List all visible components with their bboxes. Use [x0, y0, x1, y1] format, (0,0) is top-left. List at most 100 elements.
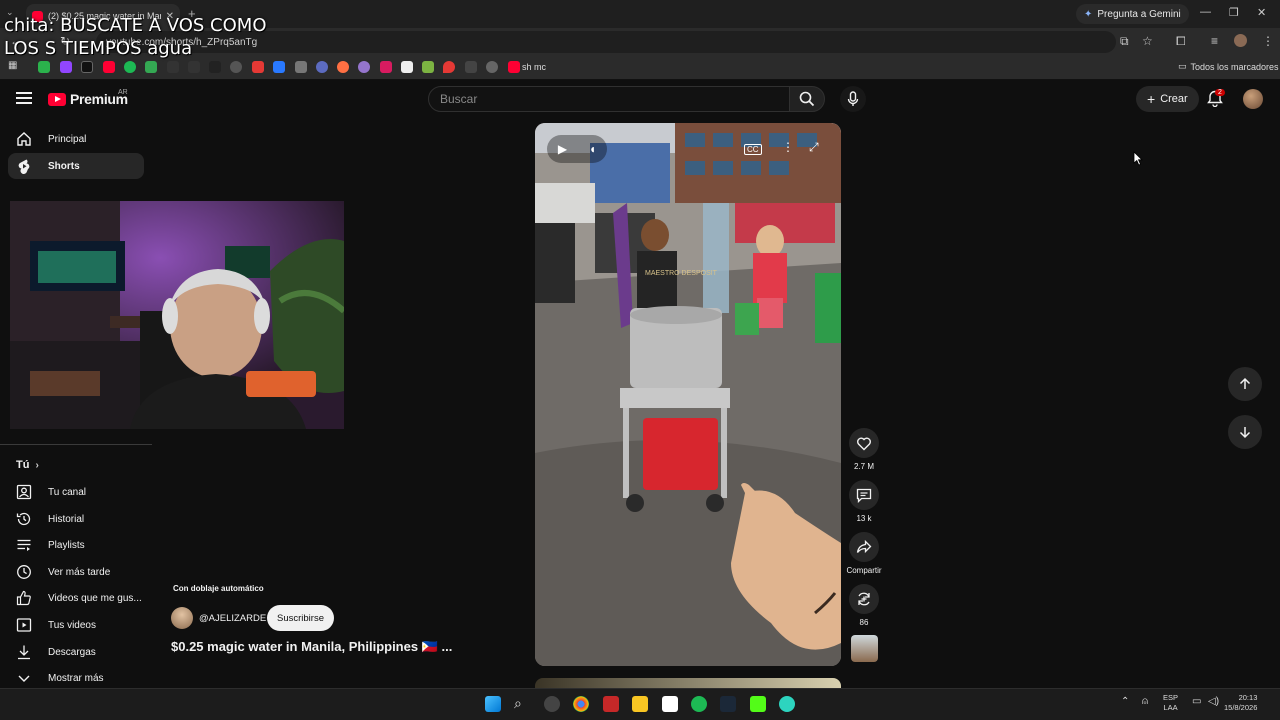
extensions-icon[interactable]: ⧠	[1176, 34, 1186, 49]
hamburger-menu-icon[interactable]	[16, 92, 32, 104]
sidebar-item-descargas[interactable]: Descargas	[8, 639, 144, 665]
sidebar-item-liked-videos[interactable]: Videos que me gus...	[8, 585, 144, 611]
bookmark-dark-icon[interactable]	[167, 61, 179, 73]
file-explorer-icon[interactable]	[632, 696, 648, 712]
next-short-button[interactable]	[1228, 415, 1262, 449]
taskbar-search-icon[interactable]: ⌕	[514, 695, 522, 712]
account-avatar[interactable]	[1243, 89, 1263, 109]
minimize-icon[interactable]: —	[1200, 6, 1211, 18]
windows-start-icon[interactable]	[485, 696, 501, 712]
bookmark-dark2-icon[interactable]	[188, 61, 200, 73]
short-title[interactable]: $0.25 magic water in Manila, Philippines…	[171, 639, 452, 655]
voice-search-button[interactable]	[840, 86, 866, 112]
channel-avatar[interactable]	[171, 607, 193, 629]
install-app-icon[interactable]: ⧉	[1120, 34, 1129, 49]
all-bookmarks-label: Todos los marcadores	[1190, 61, 1279, 72]
channel-handle[interactable]: @AJELIZARDE	[199, 613, 266, 624]
taskbar-app-icon[interactable]	[544, 696, 560, 712]
sidebar-item-shorts[interactable]: Shorts	[8, 153, 144, 179]
bookmark-youtube-icon[interactable]	[103, 61, 115, 73]
notification-badge: 2	[1215, 89, 1225, 96]
bookmark-chart-icon[interactable]	[209, 61, 221, 73]
notepad-icon[interactable]	[662, 696, 678, 712]
sidebar-item-principal[interactable]: Principal	[8, 126, 144, 152]
profile-avatar[interactable]	[1234, 34, 1247, 47]
bookmark-globe-icon[interactable]	[230, 61, 242, 73]
maximize-icon[interactable]: ❐	[1229, 6, 1239, 19]
remix-button[interactable]	[849, 584, 879, 614]
bookmark-white-icon[interactable]	[401, 61, 413, 73]
bookmark-shmc-label[interactable]: sh mc	[522, 62, 546, 72]
folder-icon: ▭	[1178, 61, 1187, 71]
bookmark-red-icon[interactable]	[252, 61, 264, 73]
region-code: AR	[118, 89, 128, 96]
sidebar-item-playlists[interactable]: Playlists	[8, 532, 144, 558]
chrome-menu-icon[interactable]: ⋮	[1262, 34, 1274, 48]
taskbar-app3-icon[interactable]	[779, 696, 795, 712]
microphone-tray-icon[interactable]: ⍝	[1142, 696, 1148, 707]
kick-taskbar-icon[interactable]	[750, 696, 766, 712]
sidebar-section-you[interactable]: Tú ›	[16, 459, 39, 471]
auto-dub-label: Con doblaje automático	[173, 584, 264, 593]
sidebar-item-ver-mas-tarde[interactable]: Ver más tarde	[8, 559, 144, 585]
system-clock[interactable]: 20:13 15/8/2026	[1224, 693, 1257, 713]
bookmark-star-icon[interactable]: ☆	[1142, 34, 1153, 48]
bookmark-pink-icon[interactable]	[380, 61, 392, 73]
sidebar-item-historial[interactable]: Historial	[8, 506, 144, 532]
chrome-taskbar-icon[interactable]	[573, 696, 589, 712]
gemini-button[interactable]: ✦ Pregunta a Gemini	[1076, 4, 1189, 24]
apps-grid-icon[interactable]: ▦	[8, 60, 17, 71]
all-bookmarks-button[interactable]: ▭ Todos los marcadores	[1178, 61, 1279, 72]
play-icon[interactable]: ▶	[558, 142, 567, 156]
video-icon	[16, 618, 32, 632]
youtube-premium-logo[interactable]: Premium	[48, 91, 128, 107]
bookmark-twitch-icon[interactable]	[60, 61, 72, 73]
tray-chevron-icon[interactable]: ⌃	[1121, 696, 1129, 707]
media-control-icon[interactable]: ≡	[1211, 34, 1218, 48]
lang-layout: LAA	[1163, 703, 1178, 712]
spotify-icon[interactable]	[691, 696, 707, 712]
bookmark-purple-icon[interactable]	[358, 61, 370, 73]
steam-icon[interactable]	[720, 696, 736, 712]
comments-button[interactable]	[849, 480, 879, 510]
arrow-down-icon	[1239, 427, 1251, 439]
close-window-icon[interactable]: ✕	[1257, 6, 1266, 19]
bookmark-lime-icon[interactable]	[422, 61, 434, 73]
network-icon[interactable]: ▭	[1192, 696, 1201, 707]
sidebar-item-tus-videos[interactable]: Tus videos	[8, 612, 144, 638]
next-short-preview[interactable]	[535, 678, 841, 688]
bookmark-shmc-icon[interactable]	[508, 61, 520, 73]
create-button[interactable]: + Crear	[1136, 86, 1199, 112]
search-button[interactable]	[789, 86, 825, 112]
volume-tray-icon[interactable]: ◁)	[1208, 696, 1219, 707]
subscribe-button[interactable]: Suscribirse	[267, 605, 334, 631]
gemini-label: Pregunta a Gemini	[1097, 8, 1181, 20]
bookmark-green-icon[interactable]	[124, 61, 136, 73]
input-language[interactable]: ESP LAA	[1163, 693, 1178, 713]
bookmark-maps-icon[interactable]	[443, 61, 455, 73]
bookmark-blue-icon[interactable]	[273, 61, 285, 73]
captions-icon[interactable]: CC	[744, 144, 762, 155]
bookmark-drive-icon[interactable]	[145, 61, 157, 73]
fullscreen-icon[interactable]: ⤢	[809, 140, 819, 155]
previous-short-button[interactable]	[1228, 367, 1262, 401]
volume-icon[interactable]: ◖	[589, 142, 596, 156]
share-button[interactable]	[849, 532, 879, 562]
bookmark-link-icon[interactable]	[486, 61, 498, 73]
bookmark-grey-icon[interactable]	[295, 61, 307, 73]
like-button[interactable]	[849, 428, 879, 458]
short-video-player[interactable]: MAESTRO DESPOSIT ▶ ◖ CC ⋮ ⤢	[535, 123, 841, 666]
taskbar-app2-icon[interactable]	[603, 696, 619, 712]
bookmark-orange-icon[interactable]	[337, 61, 349, 73]
search-input[interactable]: Buscar	[428, 86, 790, 112]
like-count: 2.7 M	[853, 462, 874, 471]
sidebar-item-tu-canal[interactable]: Tu canal	[8, 479, 144, 505]
bookmark-circle-icon[interactable]	[316, 61, 328, 73]
bookmark-cube-icon[interactable]	[465, 61, 477, 73]
plus-icon: +	[1147, 91, 1156, 107]
sound-thumbnail[interactable]	[851, 635, 878, 662]
player-more-icon[interactable]: ⋮	[782, 140, 794, 154]
bookmark-x-icon[interactable]	[81, 61, 93, 73]
bookmark-kick-icon[interactable]	[38, 61, 50, 73]
history-icon	[16, 512, 31, 526]
